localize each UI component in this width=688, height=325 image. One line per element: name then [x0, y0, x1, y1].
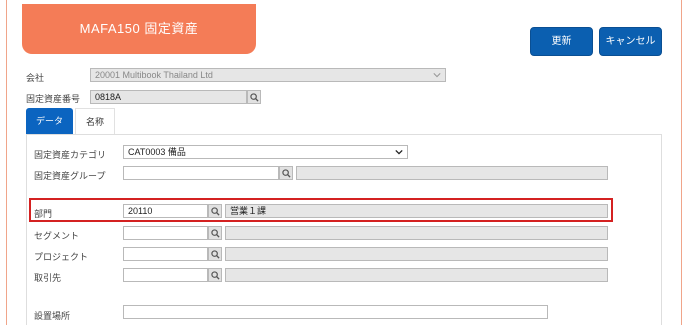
search-icon — [281, 168, 291, 178]
project-input[interactable] — [123, 247, 208, 261]
asset-number-label: 固定資産番号 — [26, 94, 81, 104]
group-label: 固定資産グループ — [34, 171, 106, 181]
asset-number-search-button[interactable] — [247, 90, 261, 104]
search-icon — [210, 270, 220, 280]
segment-name-field — [225, 226, 608, 240]
search-icon — [210, 228, 220, 238]
project-label: プロジェクト — [34, 252, 89, 262]
tab-data[interactable]: データ — [26, 108, 73, 134]
segment-input[interactable] — [123, 226, 208, 240]
department-search-button[interactable] — [208, 204, 222, 218]
cancel-button[interactable]: キャンセル — [599, 27, 662, 56]
segment-search-button[interactable] — [208, 226, 222, 240]
location-label: 設置場所 — [34, 311, 71, 321]
chevron-down-icon — [433, 73, 441, 78]
category-value: CAT0003 備品 — [128, 147, 186, 157]
tab-name[interactable]: 名称 — [75, 108, 115, 134]
department-name-field: 営業１課 — [225, 204, 608, 218]
partner-input[interactable] — [123, 268, 208, 282]
department-label: 部門 — [34, 209, 53, 219]
company-select[interactable]: 20001 Multibook Thailand Ltd — [90, 68, 446, 82]
department-input[interactable]: 20110 — [123, 204, 208, 218]
project-search-button[interactable] — [208, 247, 222, 261]
company-value: 20001 Multibook Thailand Ltd — [95, 70, 213, 80]
group-search-button[interactable] — [279, 166, 293, 180]
search-icon — [210, 206, 220, 216]
partner-label: 取引先 — [34, 273, 62, 283]
page-title: MAFA150 固定資産 — [22, 4, 256, 54]
group-input[interactable] — [123, 166, 279, 180]
project-name-field — [225, 247, 608, 261]
update-button[interactable]: 更新 — [530, 27, 593, 56]
partner-search-button[interactable] — [208, 268, 222, 282]
company-label: 会社 — [26, 73, 45, 83]
group-name-field — [296, 166, 608, 180]
category-select[interactable]: CAT0003 備品 — [123, 145, 408, 159]
search-icon — [249, 92, 259, 102]
search-icon — [210, 249, 220, 259]
chevron-down-icon — [395, 149, 403, 155]
category-label: 固定資産カテゴリ — [34, 150, 107, 160]
segment-label: セグメント — [34, 231, 80, 241]
partner-name-field — [225, 268, 608, 282]
asset-number-field: 0818A — [90, 90, 247, 104]
location-input[interactable] — [123, 305, 548, 319]
